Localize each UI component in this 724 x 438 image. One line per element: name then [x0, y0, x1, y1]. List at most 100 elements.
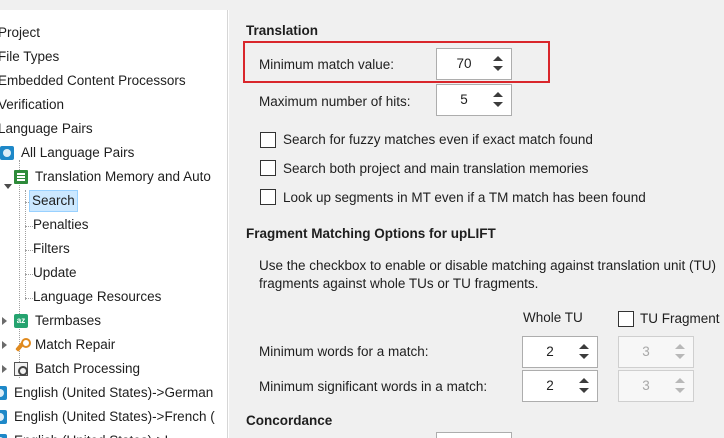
search-both-tm-checkbox[interactable] — [260, 160, 276, 176]
tree-item-update[interactable]: Update — [31, 262, 79, 284]
spinner-arrows — [675, 342, 685, 362]
settings-tree[interactable]: Project File Types Embedded Content Proc… — [0, 10, 228, 438]
arrow-up-icon[interactable] — [493, 56, 503, 61]
min-significant-tu-fragment-spinner: 3 — [618, 370, 694, 402]
mt-lookup-checkbox[interactable] — [260, 189, 276, 205]
concordance-section-title: Concordance — [246, 413, 333, 428]
tree-item-all-language-pairs[interactable]: All Language Pairs — [0, 142, 136, 164]
tree-item-label: Penalties — [33, 217, 89, 232]
language-pair-icon — [0, 410, 7, 424]
min-words-whole-tu-spinner[interactable]: 2 — [522, 336, 598, 368]
fragment-description-line1: Use the checkbox to enable or disable ma… — [259, 258, 716, 273]
fragment-section-title: Fragment Matching Options for upLIFT — [246, 226, 496, 241]
tree-item-label: Batch Processing — [35, 361, 141, 376]
translation-memory-icon — [14, 170, 28, 184]
arrow-down-icon[interactable] — [579, 388, 589, 393]
tree-guide-line-tm — [25, 190, 26, 300]
tree-item-label: Filters — [33, 241, 70, 256]
arrow-down-icon[interactable] — [493, 66, 503, 71]
termbase-icon: az — [14, 314, 28, 328]
batch-processing-icon — [14, 362, 28, 376]
fuzzy-matches-checkbox[interactable] — [260, 132, 276, 148]
chevron-right-icon[interactable] — [2, 341, 7, 349]
arrow-up-icon[interactable] — [579, 344, 589, 349]
min-significant-words-label: Minimum significant words in a match: — [259, 379, 488, 394]
min-match-spinner[interactable]: 70 — [436, 48, 512, 80]
tree-item-label: Search — [29, 190, 78, 212]
tree-item-label: English (United States)->German — [14, 385, 214, 400]
arrow-down-icon — [675, 388, 685, 393]
language-pair-icon — [0, 146, 14, 160]
tree-item-label: Language Resources — [33, 289, 162, 304]
spinner-arrows[interactable] — [579, 342, 589, 362]
tree-item-match-repair[interactable]: Match Repair — [14, 334, 117, 356]
search-both-tm-label[interactable]: Search both project and main translation… — [283, 161, 588, 176]
arrow-up-icon[interactable] — [493, 92, 503, 97]
tree-item-label: Verification — [0, 97, 65, 112]
tree-item-verification[interactable]: Verification — [0, 94, 66, 116]
tree-item-label: Update — [33, 265, 77, 280]
spinner-arrows[interactable] — [493, 90, 503, 110]
arrow-down-icon[interactable] — [579, 354, 589, 359]
tree-item-label: Translation Memory and Auto — [35, 169, 211, 184]
spinner-arrows[interactable] — [579, 376, 589, 396]
arrow-up-icon[interactable] — [579, 378, 589, 383]
tree-item-label: English (United States)->I — [12, 430, 170, 438]
max-hits-label: Maximum number of hits: — [259, 94, 411, 109]
spinner-arrows[interactable] — [493, 54, 503, 74]
whole-tu-column-header: Whole TU — [523, 310, 583, 325]
chevron-right-icon[interactable] — [2, 317, 7, 325]
arrow-down-icon[interactable] — [493, 102, 503, 107]
tree-item-search[interactable]: Search — [29, 190, 78, 212]
tree-item-label: Embedded Content Processors — [0, 73, 186, 88]
mt-lookup-label[interactable]: Look up segments in MT even if a TM matc… — [283, 190, 646, 205]
fuzzy-matches-label[interactable]: Search for fuzzy matches even if exact m… — [283, 132, 593, 147]
chevron-right-icon[interactable] — [2, 365, 7, 373]
tree-item-penalties[interactable]: Penalties — [31, 214, 91, 236]
search-settings-panel: Translation Minimum match value: 70 Maxi… — [229, 10, 724, 438]
chevron-down-icon[interactable] — [4, 184, 12, 189]
concordance-spinner[interactable] — [436, 432, 512, 438]
tu-fragment-checkbox[interactable] — [618, 311, 634, 327]
tree-item-en-de[interactable]: English (United States)->German — [0, 382, 215, 404]
min-words-whole-tu-value[interactable]: 2 — [523, 337, 577, 367]
language-pair-icon — [0, 386, 7, 400]
tree-item-project[interactable]: Project — [0, 22, 42, 44]
tree-item-label: English (United States)->French ( — [14, 409, 215, 424]
tree-item-language-pairs[interactable]: Language Pairs — [0, 118, 95, 140]
arrow-up-icon — [675, 378, 685, 383]
min-significant-whole-tu-spinner[interactable]: 2 — [522, 370, 598, 402]
language-pair-icon — [0, 434, 7, 438]
min-words-label: Minimum words for a match: — [259, 344, 429, 359]
tree-item-batch-processing[interactable]: Batch Processing — [14, 358, 142, 380]
min-match-label: Minimum match value: — [259, 57, 395, 72]
arrow-down-icon — [675, 354, 685, 359]
min-words-tu-fragment-value: 3 — [642, 344, 650, 359]
arrow-up-icon — [675, 344, 685, 349]
wrench-icon — [14, 338, 31, 352]
tu-fragment-column-header[interactable]: TU Fragment — [640, 311, 720, 326]
min-significant-whole-tu-value[interactable]: 2 — [523, 371, 577, 401]
tree-item-translation-memory[interactable]: Translation Memory and Auto — [14, 166, 213, 188]
min-significant-tu-fragment-value: 3 — [642, 378, 650, 393]
spinner-arrows — [675, 376, 685, 396]
tree-item-embedded-content-processors[interactable]: Embedded Content Processors — [0, 70, 188, 92]
tree-item-label: File Types — [0, 49, 60, 64]
tree-item-label: All Language Pairs — [21, 145, 135, 160]
tree-item-termbases[interactable]: az Termbases — [14, 310, 103, 332]
tree-item-en-fr[interactable]: English (United States)->French ( — [0, 406, 217, 428]
fragment-description-line2: fragments against whole TUs or TU fragme… — [259, 276, 539, 291]
min-match-value[interactable]: 70 — [437, 49, 491, 79]
tree-item-language-resources[interactable]: Language Resources — [31, 286, 163, 308]
tree-item-label: Match Repair — [35, 337, 116, 352]
tree-item-label: Termbases — [35, 313, 102, 328]
translation-section-title: Translation — [246, 23, 319, 38]
tree-item-filters[interactable]: Filters — [31, 238, 72, 260]
top-strip — [0, 0, 724, 10]
max-hits-value[interactable]: 5 — [437, 85, 491, 115]
tree-item-en-other[interactable]: English (United States)->I — [0, 430, 170, 438]
tree-item-file-types[interactable]: File Types — [0, 46, 61, 68]
max-hits-spinner[interactable]: 5 — [436, 84, 512, 116]
tree-item-label: Language Pairs — [0, 121, 93, 136]
min-words-tu-fragment-spinner: 3 — [618, 336, 694, 368]
